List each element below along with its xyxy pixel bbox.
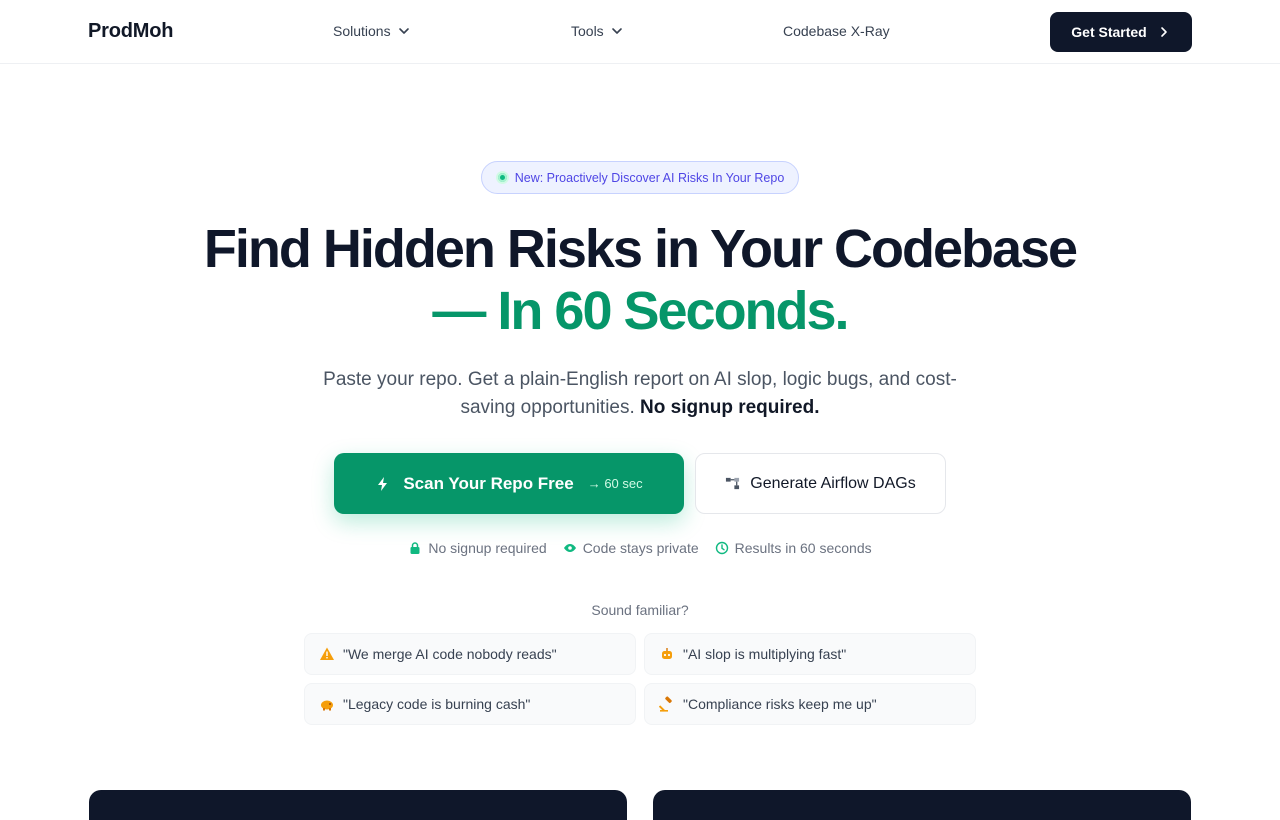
hero-subtext: Paste your repo. Get a plain-English rep… bbox=[320, 366, 960, 422]
scan-time-label: → 60 sec bbox=[587, 476, 643, 491]
gavel-icon bbox=[659, 696, 675, 712]
nav-codebase-xray-link[interactable]: Codebase X-Ray bbox=[783, 23, 890, 39]
assurance-label: Results in 60 seconds bbox=[734, 540, 872, 556]
nav-solutions-dropdown[interactable]: Solutions bbox=[333, 23, 411, 39]
clock-icon bbox=[715, 541, 728, 555]
robot-icon bbox=[659, 646, 675, 662]
quote-card[interactable]: "We merge AI code nobody reads" bbox=[304, 633, 636, 675]
assurance-results: Results in 60 seconds bbox=[715, 540, 872, 556]
nav-tools-dropdown[interactable]: Tools bbox=[571, 23, 624, 39]
quote-text: "Compliance risks keep me up" bbox=[683, 696, 877, 712]
get-started-button[interactable]: Get Started bbox=[1050, 12, 1192, 52]
piggy-bank-icon bbox=[319, 696, 335, 712]
airflow-label: Generate Airflow DAGs bbox=[750, 474, 916, 492]
quote-text: "We merge AI code nobody reads" bbox=[343, 646, 557, 662]
familiar-heading: Sound familiar? bbox=[591, 602, 689, 618]
assurance-private: Code stays private bbox=[563, 540, 699, 556]
generate-airflow-dags-button[interactable]: Generate Airflow DAGs bbox=[695, 453, 946, 514]
get-started-label: Get Started bbox=[1071, 24, 1147, 40]
badge-text: New: Proactively Discover AI Risks In Yo… bbox=[514, 170, 785, 185]
dark-panel-right bbox=[653, 790, 1191, 820]
scan-repo-label: Scan Your Repo Free bbox=[403, 473, 574, 493]
announcement-badge[interactable]: New: Proactively Discover AI Risks In Yo… bbox=[481, 161, 799, 194]
assurance-no-signup: No signup required bbox=[408, 540, 547, 556]
assurance-label: Code stays private bbox=[582, 540, 699, 556]
subtext-bold: No signup required. bbox=[640, 397, 820, 418]
chevron-down-icon bbox=[398, 28, 409, 34]
quote-card[interactable]: "AI slop is multiplying fast" bbox=[644, 633, 976, 675]
quote-text: "AI slop is multiplying fast" bbox=[683, 646, 847, 662]
warning-icon bbox=[319, 646, 335, 662]
nav-tools-label: Tools bbox=[571, 23, 604, 39]
nav-xray-label: Codebase X-Ray bbox=[783, 23, 890, 39]
page-title: Find Hidden Risks in Your Codebase — In … bbox=[0, 218, 1280, 342]
lock-icon bbox=[410, 542, 420, 554]
quote-card[interactable]: "Compliance risks keep me up" bbox=[644, 683, 976, 725]
quote-card[interactable]: "Legacy code is burning cash" bbox=[304, 683, 636, 725]
logo[interactable]: ProdMoh bbox=[88, 20, 173, 43]
assurance-label: No signup required bbox=[428, 540, 547, 556]
headline-line-1: Find Hidden Risks in Your Codebase bbox=[203, 219, 1078, 279]
scan-repo-button[interactable]: Scan Your Repo Free → 60 sec bbox=[334, 453, 684, 514]
workflow-icon bbox=[726, 477, 740, 490]
headline-line-2: — In 60 Seconds. bbox=[432, 281, 849, 341]
dark-panel-left bbox=[89, 790, 627, 820]
top-navigation-bar: ProdMoh Solutions Tools Codebase X-Ray G… bbox=[0, 0, 1280, 64]
quote-text: "Legacy code is burning cash" bbox=[343, 696, 531, 712]
chevron-down-icon bbox=[611, 28, 622, 34]
lightning-icon bbox=[378, 476, 388, 491]
nav-solutions-label: Solutions bbox=[333, 23, 391, 39]
status-dot-icon bbox=[495, 171, 509, 184]
eye-icon bbox=[563, 544, 576, 552]
assurance-list: No signup required Code stays private Re… bbox=[0, 540, 1280, 556]
chevron-right-icon bbox=[1160, 27, 1167, 37]
